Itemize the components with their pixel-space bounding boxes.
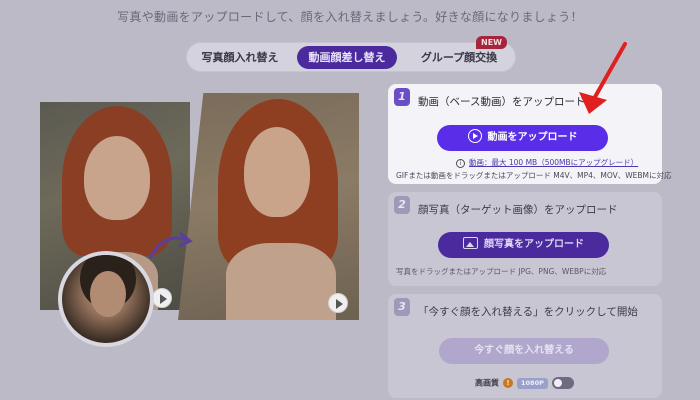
page-subtitle: 写真や動画をアップロードして、顔を入れ替えましょう。好きな顔になりましょう！: [117, 10, 583, 24]
step-start-swap: 3 「今すぐ顔を入れ替える」をクリックして開始 今すぐ顔を入れ替える 高画質! 1…: [388, 294, 662, 398]
tab-photo-swap[interactable]: 写真顔入れ替え: [193, 46, 287, 69]
mode-tabs: 写真顔入れ替え 動画顔差し替え グループ顔交換 NEW: [186, 36, 516, 72]
upload-face-button[interactable]: 顔写真をアップロード: [438, 232, 609, 258]
step-title: 「今すぐ顔を入れ替える」をクリックして開始: [418, 306, 638, 318]
play-icon: [467, 129, 482, 143]
upload-hint: GIFまたは動画をドラッグまたはアップロード M4V、MP4、MOV、WEBMに…: [396, 171, 672, 180]
upload-limit: i 動画：最大 100 MB（500MBにアップグレード）: [456, 157, 638, 168]
image-icon: [463, 237, 478, 249]
info-icon: i: [456, 158, 465, 168]
play-icon[interactable]: [328, 293, 348, 313]
example-result-image: [178, 93, 359, 320]
warning-icon: !: [503, 378, 513, 388]
step-upload-face: 2 顔写真（ターゲット画像）をアップロード 顔写真をアップロード 写真をドラッグ…: [388, 192, 662, 286]
step-title: 動画（ベース動画）をアップロード: [418, 96, 586, 108]
new-badge: NEW: [476, 36, 507, 49]
resolution-badge: 1080P: [517, 377, 548, 389]
upgrade-link[interactable]: 動画：最大 100 MB（500MBにアップグレード）: [469, 158, 638, 167]
step-number: 1: [394, 88, 410, 106]
button-label: 動画をアップロード: [487, 132, 578, 143]
step-title: 顔写真（ターゲット画像）をアップロード: [418, 204, 618, 216]
tab-group-swap[interactable]: グループ顔交換: [409, 46, 509, 69]
pointer-arrow-icon: [579, 42, 627, 114]
target-face-avatar: [58, 251, 154, 347]
tab-video-swap[interactable]: 動画顔差し替え: [297, 46, 397, 69]
arrow-icon: [148, 231, 193, 259]
upload-hint: 写真をドラッグまたはアップロード JPG、PNG、WEBPに対応: [396, 267, 607, 276]
step-number: 3: [394, 298, 410, 316]
step-number: 2: [394, 196, 410, 214]
hq-label: 高画質: [475, 378, 499, 388]
high-quality-option: 高画質! 1080P: [475, 377, 574, 389]
upload-video-button[interactable]: 動画をアップロード: [437, 125, 608, 151]
play-icon[interactable]: [152, 288, 172, 308]
button-label: 顔写真をアップロード: [484, 239, 584, 250]
swap-now-button[interactable]: 今すぐ顔を入れ替える: [439, 338, 609, 364]
hq-toggle[interactable]: [551, 377, 574, 389]
